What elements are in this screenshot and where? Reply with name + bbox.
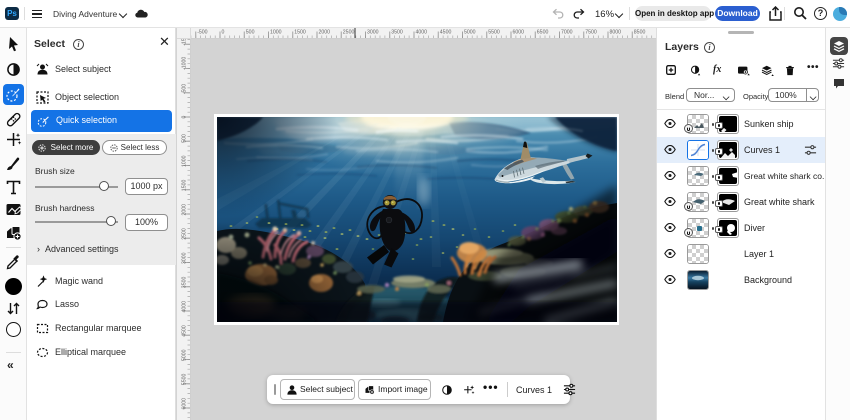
svg-text:5000: 5000	[464, 30, 476, 36]
svg-text:-1000: -1000	[182, 57, 188, 70]
svg-text:500: 500	[246, 30, 255, 36]
svg-text:8500: 8500	[634, 30, 646, 36]
svg-text:6000: 6000	[513, 30, 525, 36]
svg-text:1500: 1500	[182, 180, 188, 192]
svg-text:1000: 1000	[270, 30, 282, 36]
svg-text:2500: 2500	[343, 30, 355, 36]
svg-text:5000: 5000	[182, 349, 188, 361]
svg-text:1000: 1000	[182, 155, 188, 167]
svg-text:6000: 6000	[182, 398, 188, 410]
svg-text:2000: 2000	[319, 30, 331, 36]
svg-text:8000: 8000	[610, 30, 622, 36]
svg-text:3500: 3500	[182, 277, 188, 289]
svg-text:2500: 2500	[182, 228, 188, 240]
svg-text:7000: 7000	[561, 30, 573, 36]
svg-text:-500: -500	[182, 84, 188, 94]
svg-text:5500: 5500	[182, 374, 188, 386]
svg-text:4000: 4000	[416, 30, 428, 36]
svg-text:0: 0	[182, 116, 188, 119]
svg-text:4500: 4500	[440, 30, 452, 36]
svg-text:500: 500	[182, 134, 188, 143]
svg-text:3500: 3500	[391, 30, 403, 36]
svg-text:7500: 7500	[585, 30, 597, 36]
svg-text:0: 0	[222, 30, 225, 36]
svg-text:1500: 1500	[294, 30, 306, 36]
svg-text:6500: 6500	[537, 30, 549, 36]
svg-text:-500: -500	[197, 30, 207, 36]
svg-text:3000: 3000	[182, 252, 188, 264]
svg-text:-1500: -1500	[182, 39, 188, 46]
svg-text:4500: 4500	[182, 325, 188, 337]
svg-text:4000: 4000	[182, 301, 188, 313]
svg-text:3000: 3000	[367, 30, 379, 36]
svg-text:5500: 5500	[488, 30, 500, 36]
svg-text:2000: 2000	[182, 204, 188, 216]
